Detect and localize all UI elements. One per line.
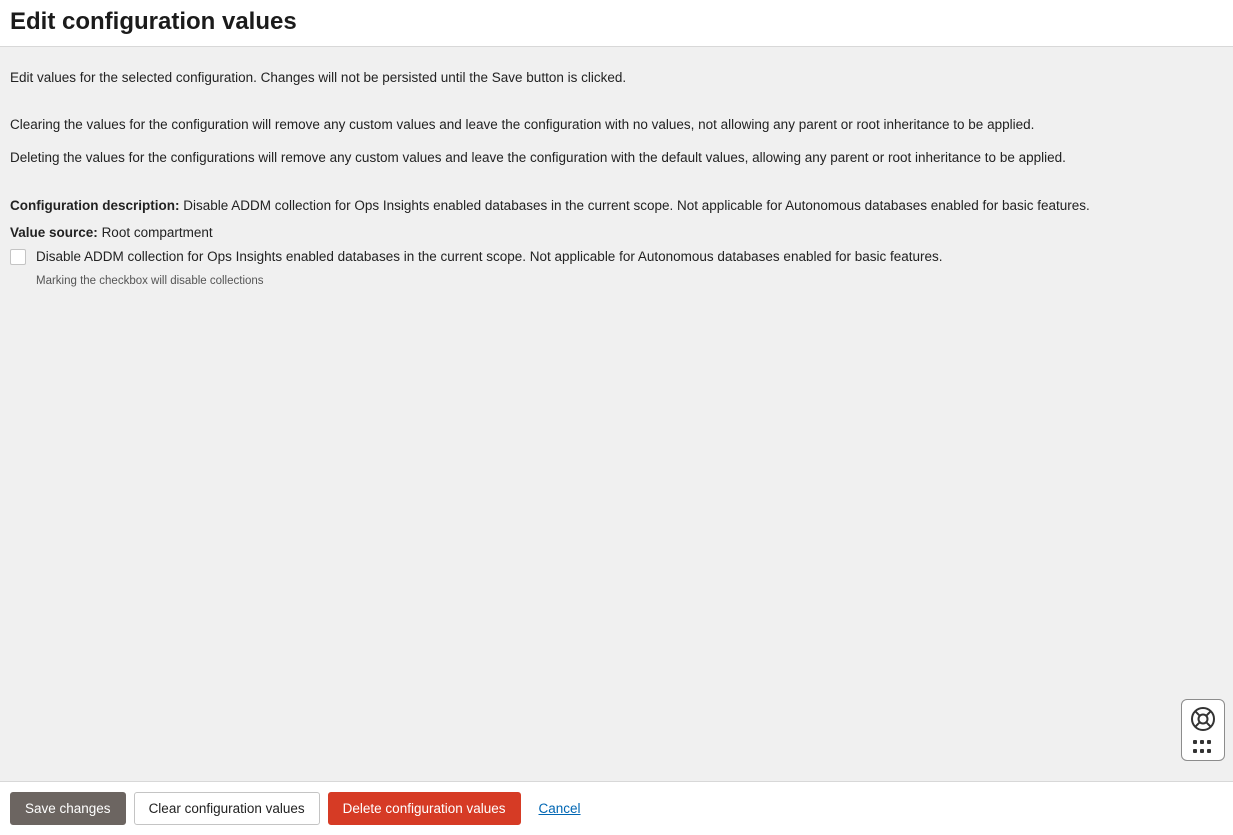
cancel-link[interactable]: Cancel	[539, 801, 581, 816]
value-source-value: Root compartment	[102, 225, 213, 240]
help-apps-icon[interactable]	[1193, 740, 1213, 754]
page-title: Edit configuration values	[10, 8, 1223, 36]
dialog-footer: Save changes Clear configuration values …	[0, 781, 1233, 835]
value-source-label: Value source:	[10, 225, 98, 240]
clear-button[interactable]: Clear configuration values	[134, 792, 320, 825]
disable-addm-row: Disable ADDM collection for Ops Insights…	[10, 248, 1223, 287]
clearing-note: Clearing the values for the configuratio…	[10, 116, 1223, 135]
config-description-value: Disable ADDM collection for Ops Insights…	[183, 198, 1090, 213]
disable-addm-label: Disable ADDM collection for Ops Insights…	[36, 248, 943, 267]
config-description-label: Configuration description:	[10, 198, 180, 213]
dialog-content: Edit values for the selected configurati…	[0, 47, 1233, 781]
help-widget	[1181, 699, 1225, 761]
delete-button[interactable]: Delete configuration values	[328, 792, 521, 825]
checkbox-text-wrap: Disable ADDM collection for Ops Insights…	[36, 248, 943, 287]
intro-text: Edit values for the selected configurati…	[10, 69, 1223, 88]
save-button[interactable]: Save changes	[10, 792, 126, 825]
deleting-note: Deleting the values for the configuratio…	[10, 149, 1223, 168]
dialog-header: Edit configuration values	[0, 0, 1233, 47]
disable-addm-checkbox[interactable]	[10, 249, 26, 265]
config-description-row: Configuration description: Disable ADDM …	[10, 198, 1223, 213]
help-lifering-icon[interactable]	[1190, 706, 1216, 732]
value-source-row: Value source: Root compartment	[10, 225, 1223, 240]
disable-addm-hint: Marking the checkbox will disable collec…	[36, 275, 943, 287]
